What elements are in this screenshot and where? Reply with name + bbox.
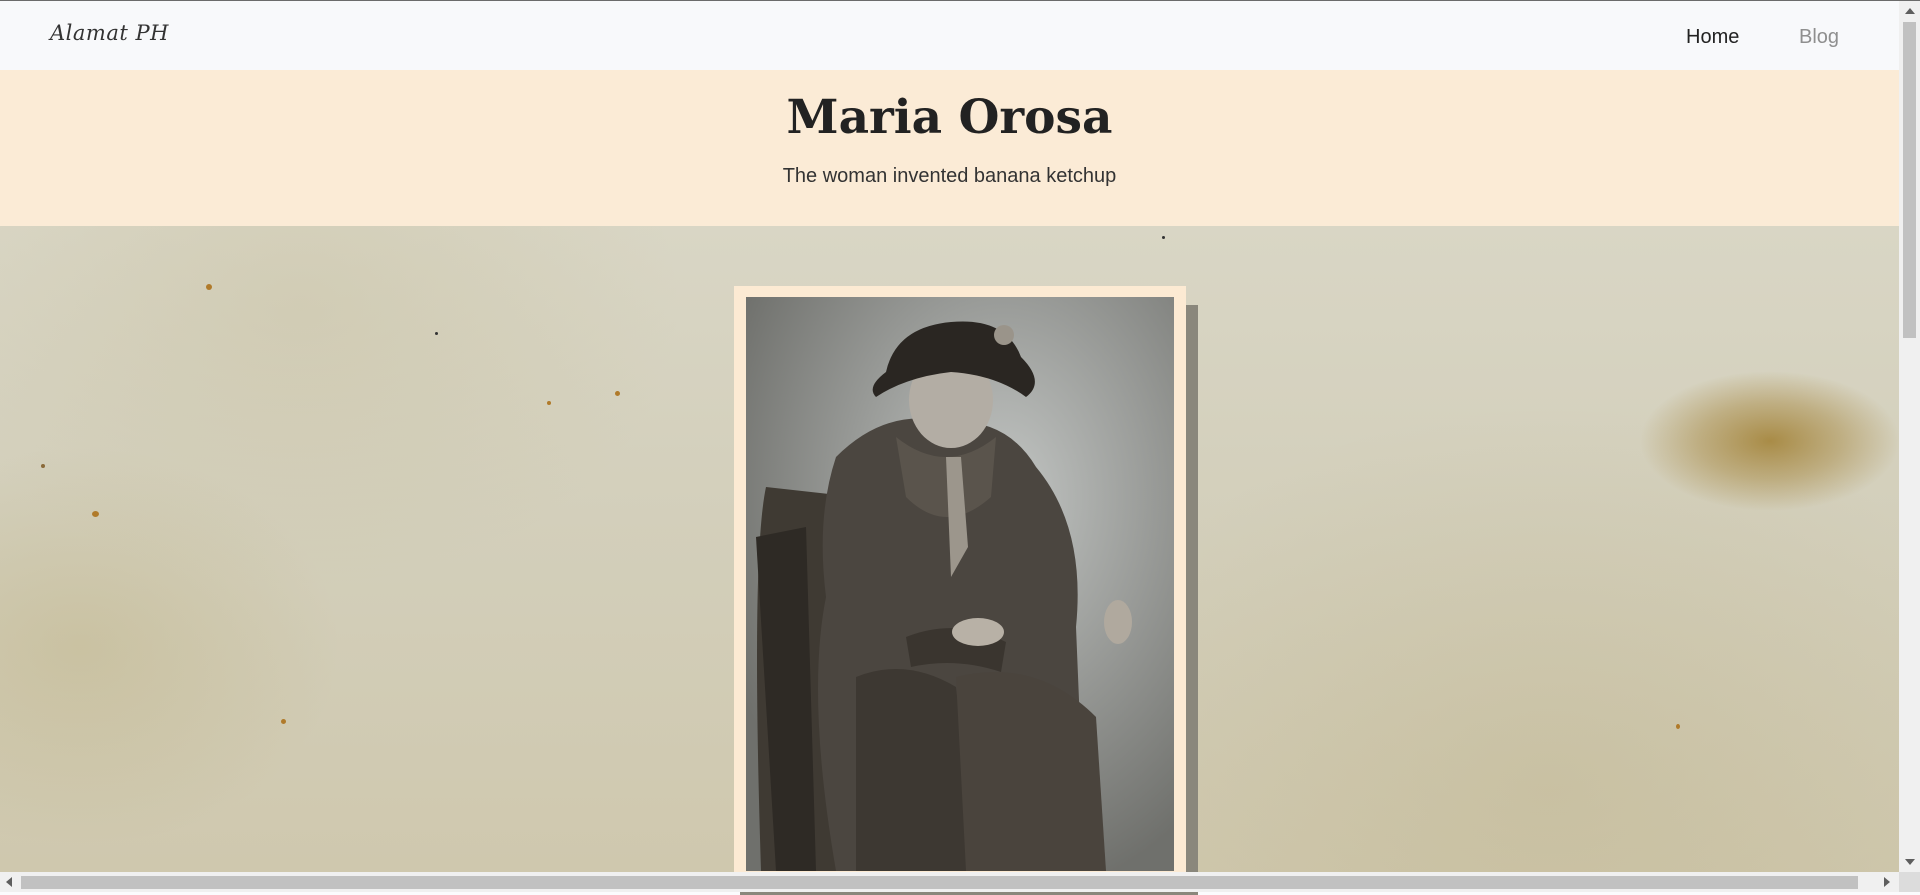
paper-speck (281, 719, 286, 724)
scroll-left-icon[interactable] (6, 877, 12, 887)
paper-speck (92, 511, 99, 517)
portrait-illustration (746, 297, 1174, 871)
paper-speck (1676, 724, 1680, 729)
scroll-up-icon[interactable] (1905, 8, 1915, 14)
paper-speck (435, 332, 438, 335)
nav-link-blog[interactable]: Blog (1799, 26, 1839, 49)
paper-speck (547, 401, 551, 405)
paper-speck (206, 284, 212, 290)
portrait-photo (746, 297, 1174, 871)
hero-header: Maria Orosa The woman invented banana ke… (0, 70, 1899, 226)
scrollbar-corner (1899, 872, 1920, 892)
page-title: Maria Orosa (786, 90, 1113, 145)
paper-speck (41, 464, 45, 468)
horizontal-scrollbar-thumb[interactable] (21, 876, 1858, 889)
page-subtitle: The woman invented banana ketchup (782, 165, 1117, 187)
nav-link-home[interactable]: Home (1686, 26, 1739, 49)
navbar: Alamat PH Home Blog (0, 1, 1899, 70)
brand-logo[interactable]: Alamat PH (50, 21, 169, 45)
scroll-right-icon[interactable] (1884, 877, 1890, 887)
vertical-scrollbar-thumb[interactable] (1903, 22, 1916, 338)
paper-speck (1162, 236, 1165, 239)
scroll-down-icon[interactable] (1905, 859, 1915, 865)
paper-speck (615, 391, 620, 396)
